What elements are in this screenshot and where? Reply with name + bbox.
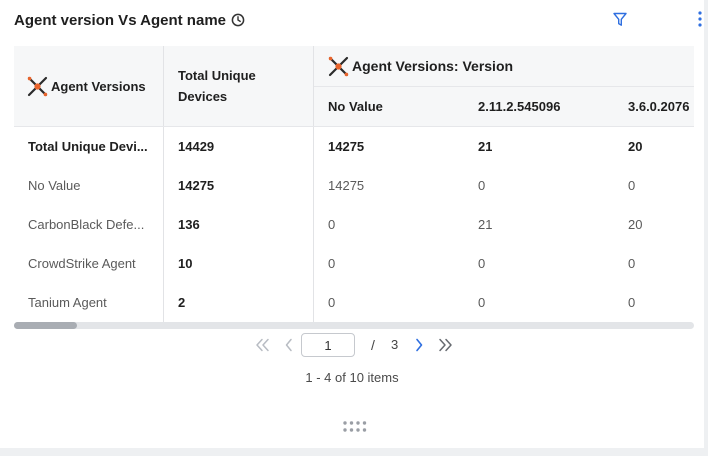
version-column-header[interactable]: No Value <box>328 94 383 118</box>
total-column-header-line2: Devices <box>178 89 228 104</box>
version-column-header[interactable]: 2.11.2.545096 <box>478 94 560 118</box>
table-cell: 0 <box>628 177 636 193</box>
first-page-icon[interactable] <box>254 335 270 355</box>
table-cell: 20 <box>628 216 643 232</box>
pagination: / 3 <box>0 332 704 358</box>
table-cell: 21 <box>478 216 493 232</box>
prev-page-icon[interactable] <box>281 335 297 355</box>
pivot-table[interactable]: Agent Versions Total Unique Devices Agen… <box>14 46 694 322</box>
drag-handle-icon[interactable] <box>342 420 368 434</box>
horizontal-scrollbar[interactable] <box>14 322 694 329</box>
total-column-header[interactable]: Total Unique Devices <box>178 64 256 108</box>
page-background <box>0 448 708 456</box>
row-header-cell[interactable]: Agent Versions <box>27 72 146 100</box>
table-cell-total: 136 <box>178 216 200 232</box>
table-row-label[interactable]: CrowdStrike Agent <box>28 251 156 275</box>
table-cell-total: 2 <box>178 294 186 310</box>
widget-card: Agent version Vs Agent name Agent Versio… <box>0 0 704 448</box>
table-cell: 0 <box>328 255 336 271</box>
pivot-icon <box>27 76 48 97</box>
table-row-label[interactable]: Tanium Agent <box>28 290 156 314</box>
pivot-icon <box>328 56 349 77</box>
table-cell: 14275 <box>328 138 365 154</box>
table-cell: 14275 <box>328 177 365 193</box>
version-group-header[interactable]: Agent Versions: Version <box>328 54 513 78</box>
table-cell: 0 <box>328 294 336 310</box>
table-cell: 0 <box>478 255 486 271</box>
filter-icon[interactable] <box>612 10 628 28</box>
table-cell: 0 <box>478 294 486 310</box>
table-cell: 21 <box>478 138 493 154</box>
page-number-input[interactable] <box>301 333 355 357</box>
table-cell-total: 14275 <box>178 177 215 193</box>
page-separator: / <box>371 337 375 353</box>
header-divider <box>314 86 694 87</box>
table-cell: 0 <box>628 294 636 310</box>
version-column-header[interactable]: 3.6.0.2076 <box>628 94 689 118</box>
table-cell-total: 14429 <box>178 138 215 154</box>
column-divider <box>313 46 314 322</box>
column-divider <box>163 46 164 322</box>
table-cell: 20 <box>628 138 643 154</box>
page-background <box>704 0 708 456</box>
row-header-label: Agent Versions <box>51 78 146 94</box>
pagination-summary: 1 - 4 of 10 items <box>305 370 399 385</box>
table-cell: 0 <box>628 255 636 271</box>
version-group-label: Agent Versions: Version <box>352 58 514 74</box>
table-row-label[interactable]: Total Unique Devi... <box>28 134 156 158</box>
widget-header: Agent version Vs Agent name <box>14 8 702 32</box>
total-column-header-line1: Total Unique <box>178 68 256 83</box>
widget-title: Agent version Vs Agent name <box>14 11 226 29</box>
scrollbar-thumb[interactable] <box>14 322 77 329</box>
table-cell-total: 10 <box>178 255 193 271</box>
last-page-icon[interactable] <box>438 335 454 355</box>
table-row-label[interactable]: No Value <box>28 173 156 197</box>
table-row-label[interactable]: CarbonBlack Defe... <box>28 212 156 236</box>
total-pages: 3 <box>391 337 399 352</box>
next-page-icon[interactable] <box>411 335 427 355</box>
table-cell: 0 <box>328 216 336 232</box>
table-cell: 0 <box>478 177 486 193</box>
header-bottom-line <box>14 126 694 127</box>
clock-icon[interactable] <box>231 13 245 27</box>
